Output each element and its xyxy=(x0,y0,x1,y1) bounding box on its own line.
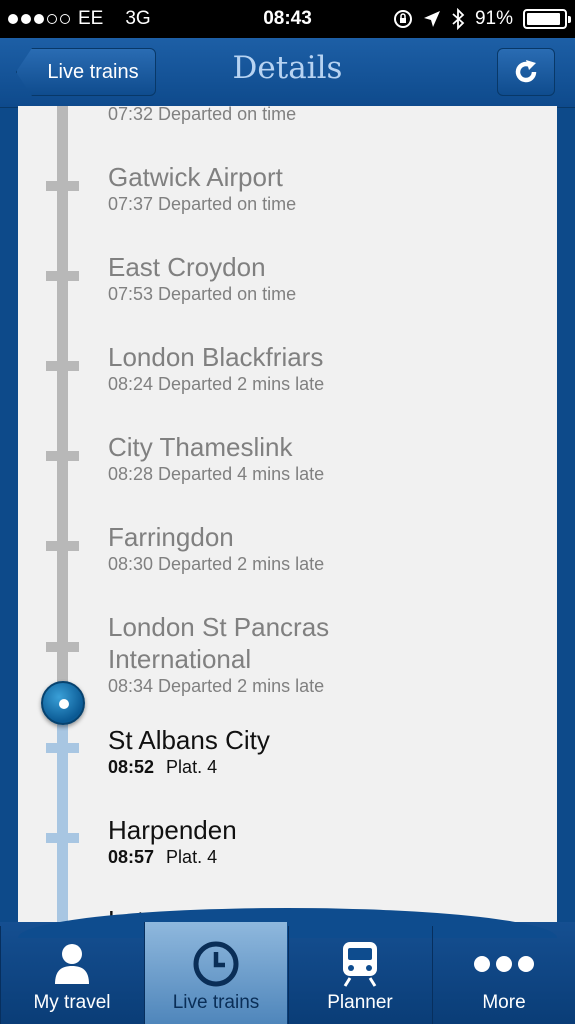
current-position-marker xyxy=(41,681,85,725)
stop-status: 08:57 Plat. 4 xyxy=(108,846,237,868)
bluetooth-icon xyxy=(452,8,465,30)
stop-platform: Plat. 4 xyxy=(166,757,218,777)
stop-name: London St Pancras International xyxy=(108,612,330,674)
list-item[interactable]: London Blackfriars 08:24 Departed 2 mins… xyxy=(108,341,324,395)
location-arrow-icon xyxy=(423,11,440,27)
journey-details[interactable]: 07:32 Departed on time Gatwick Airport 0… xyxy=(18,106,557,936)
stop-name: Harpenden xyxy=(108,815,237,845)
tab-live-trains[interactable]: Live trains xyxy=(144,922,287,1024)
person-icon xyxy=(55,944,89,984)
stop-platform: Plat. 4 xyxy=(166,847,218,867)
clock-icon xyxy=(193,941,239,987)
stop-name: East Croydon xyxy=(108,252,266,282)
tab-label: Live trains xyxy=(172,992,260,1013)
stop-name: Gatwick Airport xyxy=(108,162,283,192)
refresh-button[interactable] xyxy=(497,48,555,96)
list-item[interactable]: East Croydon 07:53 Departed on time xyxy=(108,251,296,305)
tab-label: More xyxy=(482,992,526,1013)
tab-more[interactable]: More xyxy=(432,926,575,1024)
stop-status: 08:24 Departed 2 mins late xyxy=(108,374,325,394)
stop-tick xyxy=(46,361,79,371)
stop-name: City Thameslink xyxy=(108,432,293,462)
stop-name: St Albans City xyxy=(108,725,270,755)
stop-status: 08:52 Plat. 4 xyxy=(108,756,270,778)
tab-bar: My travel Live trains Planner More xyxy=(0,908,575,1024)
stop-status: 07:53 Departed on time xyxy=(108,284,297,304)
stop-status: 07:37 Departed on time xyxy=(108,194,297,214)
battery-icon xyxy=(523,9,571,29)
stop-status: 08:34 Departed 2 mins late xyxy=(108,676,325,696)
tab-my-travel[interactable]: My travel xyxy=(0,926,143,1024)
list-item[interactable]: St Albans City 08:52 Plat. 4 xyxy=(108,724,270,778)
stop-tick xyxy=(46,743,79,753)
stop-status: 08:30 Departed 2 mins late xyxy=(108,554,325,574)
refresh-icon xyxy=(515,60,537,83)
list-item[interactable]: Harpenden 08:57 Plat. 4 xyxy=(108,814,237,868)
navigation-bar: Live trains Details xyxy=(0,38,575,108)
train-icon xyxy=(343,942,377,987)
list-item[interactable]: 07:32 Departed on time xyxy=(108,106,296,125)
list-item[interactable]: Gatwick Airport 07:37 Departed on time xyxy=(108,161,296,215)
page-title: Details xyxy=(232,50,343,86)
stop-name: Farringdon xyxy=(108,522,234,552)
stop-time: 08:52 xyxy=(108,757,155,777)
more-dots-icon xyxy=(474,956,534,972)
battery-percent: 91% xyxy=(474,8,513,29)
stop-status: 08:28 Departed 4 mins late xyxy=(108,464,325,484)
stop-tick xyxy=(46,541,79,551)
status-right: 91% xyxy=(393,8,571,30)
track-future-line xyxy=(57,700,68,936)
stop-tick xyxy=(46,271,79,281)
stop-tick xyxy=(46,642,79,652)
stop-time: 08:57 xyxy=(108,847,155,867)
tab-planner[interactable]: Planner xyxy=(288,926,431,1024)
stop-tick xyxy=(46,451,79,461)
rotation-lock-icon xyxy=(393,10,412,28)
tab-label: Planner xyxy=(327,992,393,1013)
stop-status: 07:32 Departed on time xyxy=(108,106,297,124)
track-past-line xyxy=(57,106,68,700)
status-bar: EE 3G 08:43 91% xyxy=(0,0,575,38)
list-item[interactable]: London St Pancras International 08:34 De… xyxy=(108,611,408,697)
tab-label: My travel xyxy=(33,992,111,1013)
stop-tick xyxy=(46,181,79,191)
list-item[interactable]: Farringdon 08:30 Departed 2 mins late xyxy=(108,521,324,575)
stop-tick xyxy=(46,833,79,843)
stop-name: London Blackfriars xyxy=(108,342,324,372)
list-item[interactable]: City Thameslink 08:28 Departed 4 mins la… xyxy=(108,431,324,485)
